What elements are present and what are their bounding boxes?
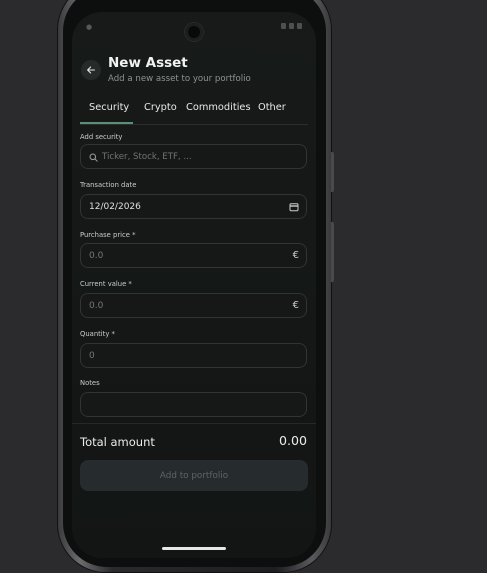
power-button: [331, 222, 334, 282]
phone-screen: ● New Asset Add a new asset to your port…: [72, 12, 316, 558]
total-amount-value: 0.00: [278, 433, 307, 448]
date-value: 12/02/2026: [89, 202, 141, 212]
asset-type-tabs: Security Crypto Commodities Other: [80, 100, 308, 125]
euro-icon: €: [292, 300, 299, 311]
add-to-portfolio-button[interactable]: Add to portfolio: [80, 460, 308, 491]
summary-divider: [72, 423, 316, 424]
search-icon: [89, 153, 98, 162]
quantity-label: Quantity *: [80, 330, 115, 338]
tab-other[interactable]: Other: [258, 102, 286, 113]
page-subtitle: Add a new asset to your portfolio: [108, 74, 251, 84]
purchase-price-input[interactable]: 0.0 €: [80, 243, 307, 268]
notes-input[interactable]: [80, 392, 307, 417]
camera-cutout: [185, 23, 203, 41]
quantity-input[interactable]: 0: [80, 343, 307, 368]
purchase-price-value: 0.0: [89, 251, 104, 261]
tab-commodities[interactable]: Commodities: [186, 102, 251, 113]
date-field[interactable]: 12/02/2026: [80, 194, 307, 219]
quantity-value: 0: [89, 351, 95, 361]
security-placeholder: Ticker, Stock, ETF, ...: [102, 152, 192, 162]
battery-icon: [297, 23, 302, 29]
calendar-icon[interactable]: [289, 202, 299, 212]
notes-label: Notes: [80, 379, 100, 387]
arrow-left-icon: [87, 66, 96, 74]
status-icons: [281, 23, 302, 29]
back-button[interactable]: [81, 60, 101, 80]
tab-security[interactable]: Security: [89, 102, 129, 113]
active-tab-indicator: [80, 122, 133, 124]
total-amount-label: Total amount: [80, 435, 155, 449]
current-value-label: Current value *: [80, 280, 132, 288]
home-indicator[interactable]: [162, 547, 226, 550]
date-label: Transaction date: [80, 181, 137, 189]
euro-icon: €: [292, 250, 299, 261]
tab-crypto[interactable]: Crypto: [144, 102, 177, 113]
signal-icon: [289, 23, 294, 29]
current-value-input[interactable]: 0.0 €: [80, 293, 307, 318]
security-label: Add security: [80, 133, 123, 141]
stage: ● New Asset Add a new asset to your port…: [0, 0, 487, 573]
security-search-input[interactable]: Ticker, Stock, ETF, ...: [80, 144, 307, 169]
current-value-value: 0.0: [89, 301, 104, 311]
volume-button: [331, 152, 334, 192]
status-time: ●: [86, 23, 93, 31]
wifi-icon: [281, 23, 286, 29]
purchase-price-label: Purchase price *: [80, 231, 136, 239]
page-title: New Asset: [108, 55, 188, 71]
